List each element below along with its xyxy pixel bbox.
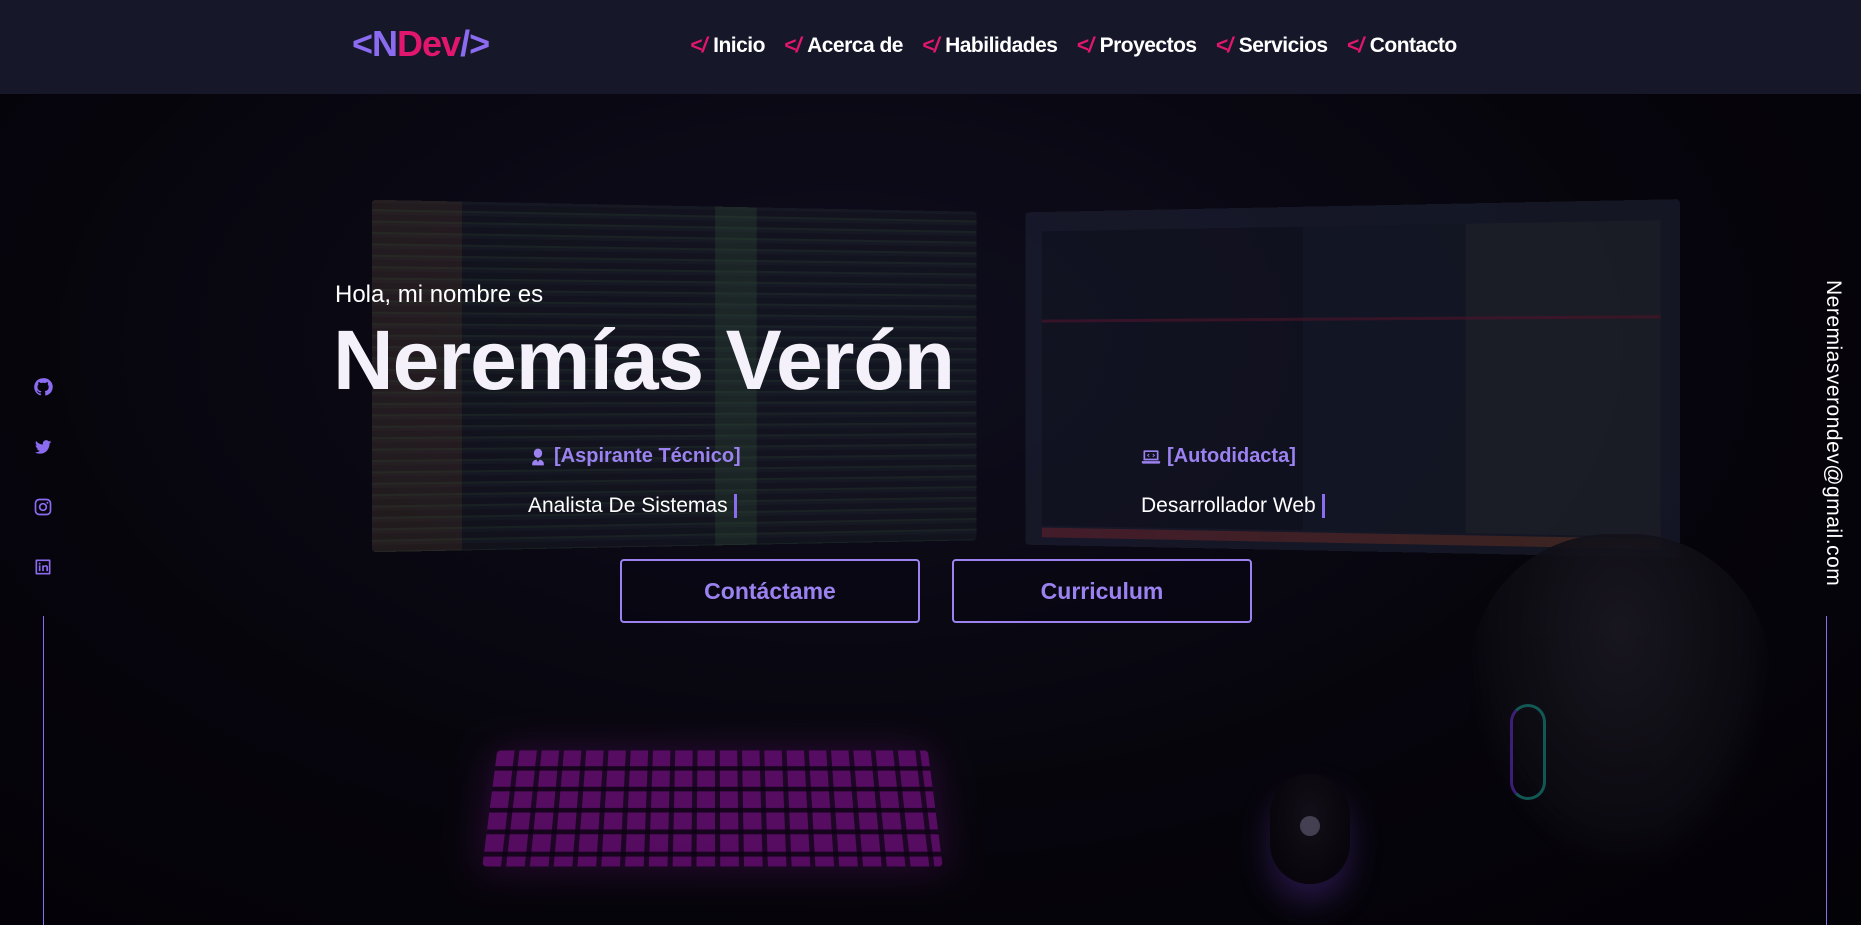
nav-item-proyectos[interactable]: </Proyectos — [1076, 34, 1197, 58]
role-title: [Autodidacta] — [1167, 445, 1296, 467]
site-header: < N Dev/> </Inicio </Acerca de </Habilidad… — [0, 0, 1861, 94]
email-link[interactable]: Neremiasverondev@gmail.com — [1821, 280, 1845, 586]
role-subtitle: Desarrollador Web — [1141, 494, 1316, 517]
role-card-technician: [Aspirante Técnico] Analista De Sistemas — [528, 445, 741, 518]
linkedin-icon[interactable] — [32, 556, 54, 578]
hero-greeting: Hola, mi nombre es — [335, 281, 544, 308]
nav-item-contacto[interactable]: </Contacto — [1347, 34, 1458, 58]
nav-item-inicio[interactable]: </Inicio — [690, 34, 765, 58]
contact-button[interactable]: Contáctame — [620, 559, 920, 623]
twitter-icon[interactable] — [32, 436, 54, 458]
nav-item-servicios[interactable]: </Servicios — [1216, 34, 1329, 58]
left-decorative-line — [43, 616, 44, 925]
social-links — [32, 376, 54, 578]
role-title: [Aspirante Técnico] — [554, 445, 741, 467]
role-subtitle: Analista De Sistemas — [528, 494, 728, 517]
site-logo[interactable]: < N Dev/> — [352, 23, 490, 64]
curriculum-button[interactable]: Curriculum — [952, 559, 1252, 623]
nav-item-habilidades[interactable]: </Habilidades — [922, 34, 1058, 58]
hero-section: Hola, mi nombre es Neremías Verón [Aspir… — [0, 0, 1861, 925]
instagram-icon[interactable] — [32, 496, 54, 518]
right-decorative-line — [1826, 616, 1827, 925]
nav-item-acerca[interactable]: </Acerca de — [784, 34, 904, 58]
typing-caret — [733, 494, 737, 518]
main-nav: </Inicio </Acerca de </Habilidades </Pro… — [690, 34, 1457, 58]
hero-name: Neremías Verón — [333, 313, 955, 407]
role-card-selftaught: [Autodidacta] Desarrollador Web — [1141, 445, 1325, 518]
graduate-icon — [532, 448, 544, 465]
laptop-code-icon — [1141, 449, 1161, 464]
github-icon[interactable] — [32, 376, 54, 398]
typing-caret — [1321, 494, 1325, 518]
